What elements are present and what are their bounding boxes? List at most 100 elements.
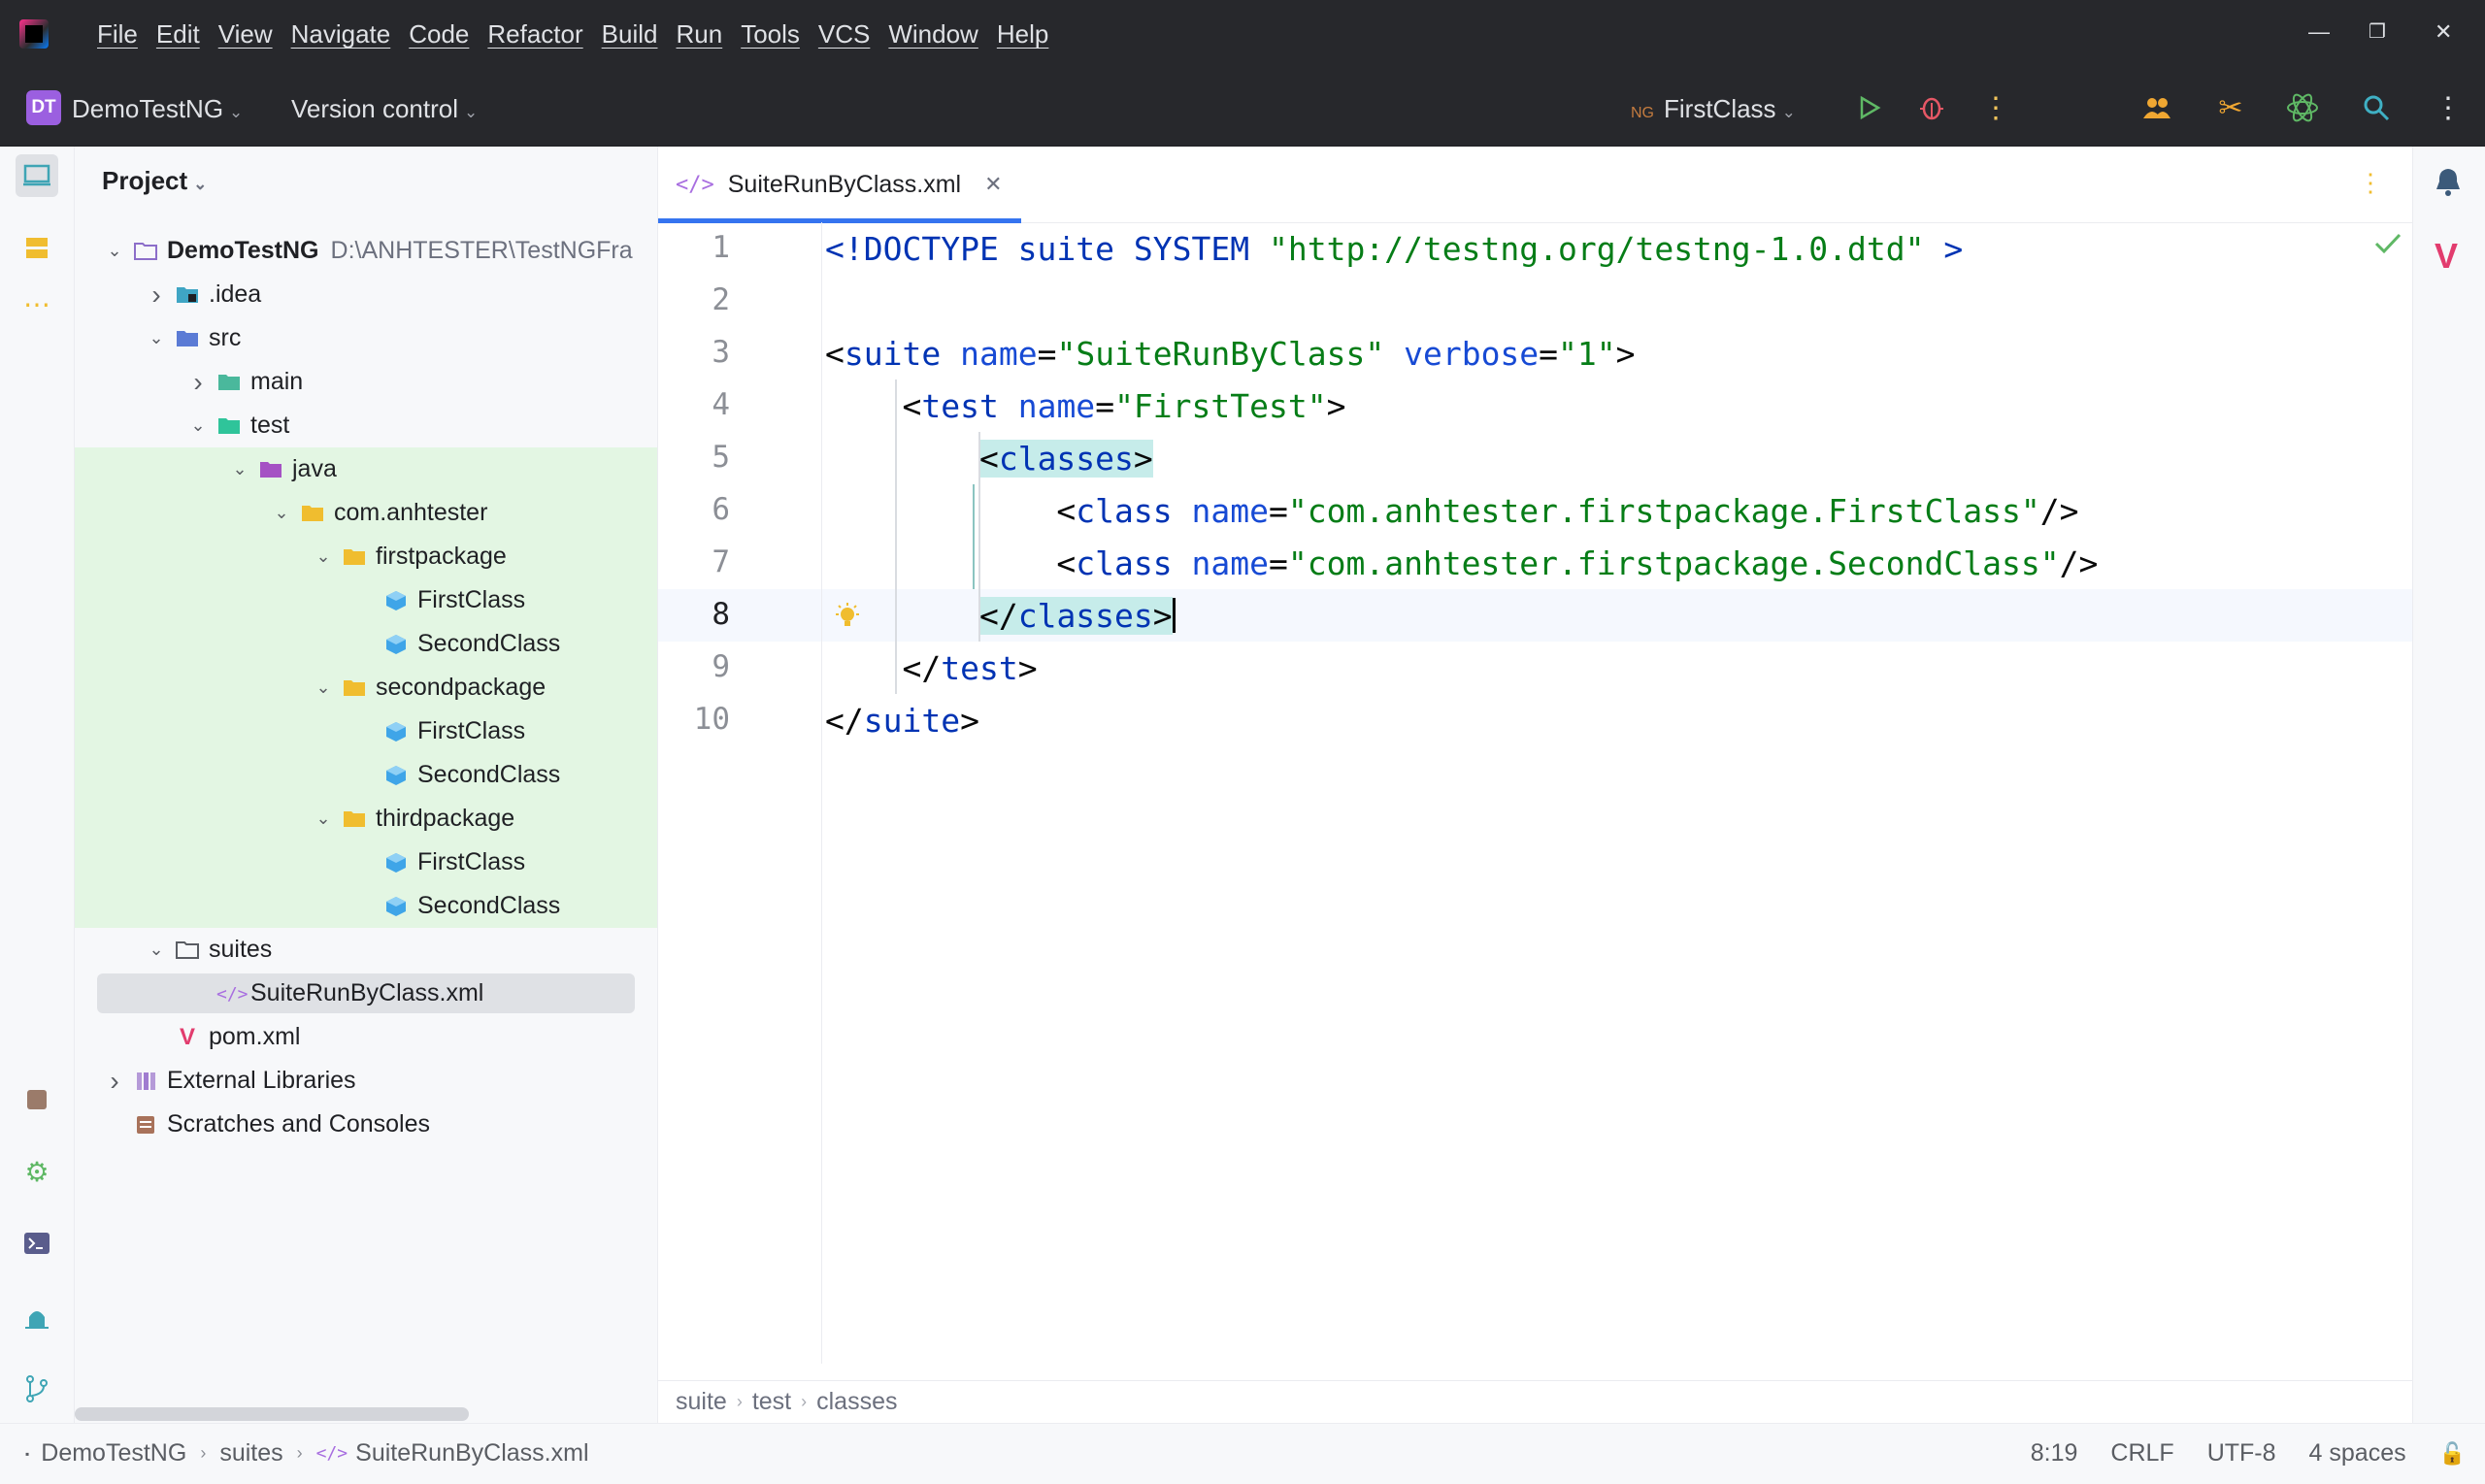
menu-item-refactor[interactable]: Refactor bbox=[487, 19, 582, 49]
chevron-right-icon[interactable]: › bbox=[185, 367, 211, 398]
tree-item-firstclass[interactable]: FirstClass bbox=[75, 841, 657, 884]
structure-tool-icon[interactable] bbox=[16, 226, 58, 269]
code-line[interactable]: </suite> bbox=[825, 702, 979, 740]
chevron-down-icon[interactable]: ⌄ bbox=[144, 328, 169, 348]
chevron-right-icon[interactable]: › bbox=[144, 280, 169, 311]
menu-item-view[interactable]: View bbox=[218, 19, 273, 49]
code-line[interactable]: <suite name="SuiteRunByClass" verbose="1… bbox=[825, 335, 1636, 373]
tree-item-secondclass[interactable]: SecondClass bbox=[75, 753, 657, 797]
editor-options-icon[interactable]: ⋮ bbox=[2358, 168, 2383, 198]
breadcrumb-test[interactable]: test bbox=[752, 1388, 791, 1416]
tree-item-main[interactable]: › main bbox=[75, 360, 657, 404]
menu-item-build[interactable]: Build bbox=[602, 19, 658, 49]
intellij-logo-icon[interactable] bbox=[19, 19, 49, 49]
git-branch-icon[interactable] bbox=[16, 1368, 58, 1410]
services-gear-icon[interactable]: ⚙ bbox=[16, 1150, 58, 1193]
line-separator[interactable]: CRLF bbox=[2110, 1439, 2173, 1468]
chevron-down-icon[interactable]: ⌄ bbox=[227, 459, 252, 479]
tree-item-thirdpackage[interactable]: ⌄ thirdpackage bbox=[75, 797, 657, 841]
tree-item-src[interactable]: ⌄ src bbox=[75, 316, 657, 360]
tab-suiterunbyclass[interactable]: </> SuiteRunByClass.xml ✕ bbox=[676, 147, 1037, 222]
notifications-bell-icon[interactable] bbox=[2433, 166, 2464, 202]
status-path-item[interactable]: DemoTestNG bbox=[41, 1439, 186, 1468]
status-path-item[interactable]: SuiteRunByClass.xml bbox=[355, 1439, 588, 1468]
code-line[interactable]: <classes> bbox=[825, 440, 1153, 478]
menu-item-navigate[interactable]: Navigate bbox=[291, 19, 391, 49]
intention-bulb-icon[interactable] bbox=[833, 601, 862, 639]
code-line[interactable]: </test> bbox=[825, 649, 1037, 687]
chevron-down-icon[interactable]: ⌄ bbox=[102, 241, 127, 261]
menu-item-vcs[interactable]: VCS bbox=[818, 19, 870, 49]
code-line[interactable]: <class name="com.anhtester.firstpackage.… bbox=[825, 492, 2078, 530]
tree-item-java[interactable]: ⌄ java bbox=[75, 447, 657, 491]
maven-tool-icon[interactable]: V bbox=[2435, 236, 2458, 277]
run-icon[interactable] bbox=[1850, 88, 1889, 127]
tree-item-secondpackage[interactable]: ⌄ secondpackage bbox=[75, 666, 657, 709]
chevron-down-icon[interactable]: ⌄ bbox=[144, 940, 169, 960]
tree-item-suiterunbyclass-xml[interactable]: </> SuiteRunByClass.xml bbox=[75, 972, 657, 1015]
run-config-selector[interactable]: NG FirstClass ⌄ bbox=[1631, 94, 1796, 124]
terminal-icon[interactable] bbox=[16, 1222, 58, 1265]
tree-item-secondclass[interactable]: SecondClass bbox=[75, 622, 657, 666]
ai-assistant-icon[interactable] bbox=[2283, 88, 2322, 127]
read-only-lock-icon[interactable]: 🔓 bbox=[2439, 1441, 2466, 1467]
breadcrumb-classes[interactable]: classes bbox=[816, 1388, 897, 1416]
tree-item-test[interactable]: ⌄ test bbox=[75, 404, 657, 447]
menu-item-run[interactable]: Run bbox=[676, 19, 722, 49]
chevron-down-icon[interactable]: ⌄ bbox=[311, 677, 336, 698]
tree-item-firstclass[interactable]: FirstClass bbox=[75, 709, 657, 753]
chevron-down-icon[interactable]: ⌄ bbox=[311, 808, 336, 829]
tree-item-external-libraries[interactable]: › External Libraries bbox=[75, 1059, 657, 1103]
tree-item-firstclass[interactable]: FirstClass bbox=[75, 578, 657, 622]
code-with-me-icon[interactable] bbox=[2137, 88, 2176, 127]
code-line[interactable]: </classes> bbox=[825, 597, 1176, 635]
chevron-down-icon[interactable]: ⌄ bbox=[311, 546, 336, 567]
settings-menu-icon[interactable]: ⋮ bbox=[2429, 88, 2468, 127]
more-tools-icon[interactable]: ⋯ bbox=[16, 282, 58, 325]
breadcrumb-suite[interactable]: suite bbox=[676, 1388, 727, 1416]
restore-icon[interactable]: ❐ bbox=[2369, 19, 2386, 44]
search-icon[interactable] bbox=[2357, 88, 2396, 127]
project-panel-header[interactable]: Project ⌄ bbox=[102, 166, 207, 196]
code-line[interactable]: <class name="com.anhtester.firstpackage.… bbox=[825, 544, 2098, 582]
code-line[interactable]: <!DOCTYPE suite SYSTEM "http://testng.or… bbox=[825, 230, 1963, 268]
tree-item-firstpackage[interactable]: ⌄ firstpackage bbox=[75, 535, 657, 578]
indent-setting[interactable]: 4 spaces bbox=[2309, 1439, 2406, 1468]
tree-item-com-anhtester[interactable]: ⌄ com.anhtester bbox=[75, 491, 657, 535]
tree-item-scratches-and-consoles[interactable]: Scratches and Consoles bbox=[75, 1103, 657, 1146]
build-tools-icon[interactable]: ✂ bbox=[2211, 88, 2250, 127]
menu-item-edit[interactable]: Edit bbox=[156, 19, 200, 49]
tree-item-demotestng[interactable]: ⌄ DemoTestNG D:\ANHTESTER\TestNGFra bbox=[75, 229, 657, 273]
bookmarks-icon[interactable] bbox=[16, 1078, 58, 1121]
problems-icon[interactable] bbox=[16, 1296, 58, 1338]
chevron-right-icon[interactable]: › bbox=[102, 1066, 127, 1097]
debug-icon[interactable] bbox=[1912, 88, 1951, 127]
tree-item--idea[interactable]: › .idea bbox=[75, 273, 657, 316]
tree-item-pom-xml[interactable]: Vpom.xml bbox=[75, 1015, 657, 1059]
project-badge[interactable]: DT bbox=[26, 90, 61, 125]
tree-item-secondclass[interactable]: SecondClass bbox=[75, 884, 657, 928]
menu-item-code[interactable]: Code bbox=[409, 19, 469, 49]
code-line[interactable]: <test name="FirstTest"> bbox=[825, 387, 1345, 425]
project-tool-icon[interactable] bbox=[16, 154, 58, 197]
menu-item-help[interactable]: Help bbox=[997, 19, 1048, 49]
file-encoding[interactable]: UTF-8 bbox=[2207, 1439, 2276, 1468]
horizontal-scrollbar[interactable] bbox=[75, 1407, 469, 1421]
caret-position[interactable]: 8:19 bbox=[2031, 1439, 2078, 1468]
status-path-item[interactable]: suites bbox=[219, 1439, 282, 1468]
menu-item-tools[interactable]: Tools bbox=[741, 19, 800, 49]
menu-item-window[interactable]: Window bbox=[888, 19, 977, 49]
minimize-icon[interactable]: — bbox=[2308, 19, 2330, 45]
chevron-down-icon[interactable]: ⌄ bbox=[185, 415, 211, 436]
chevron-down-icon[interactable]: ⌄ bbox=[269, 503, 294, 523]
more-actions-icon[interactable]: ⋮ bbox=[1976, 88, 2015, 127]
no-problems-check-icon[interactable] bbox=[2373, 232, 2402, 261]
version-control-menu[interactable]: Version control ⌄ bbox=[291, 94, 478, 124]
tree-item-suites[interactable]: ⌄ suites bbox=[75, 928, 657, 972]
close-window-icon[interactable]: ✕ bbox=[2435, 19, 2452, 45]
code-area[interactable]: 1 2 3 4 5 6 7 8 9 10 <!DOCTYPE suite SYSTEM "http… bbox=[658, 222, 2412, 1364]
xml-file-icon: </> bbox=[315, 1443, 348, 1464]
project-selector[interactable]: DemoTestNG ⌄ bbox=[72, 94, 243, 124]
close-tab-icon[interactable]: ✕ bbox=[984, 172, 1002, 197]
menu-item-file[interactable]: File bbox=[97, 19, 138, 49]
